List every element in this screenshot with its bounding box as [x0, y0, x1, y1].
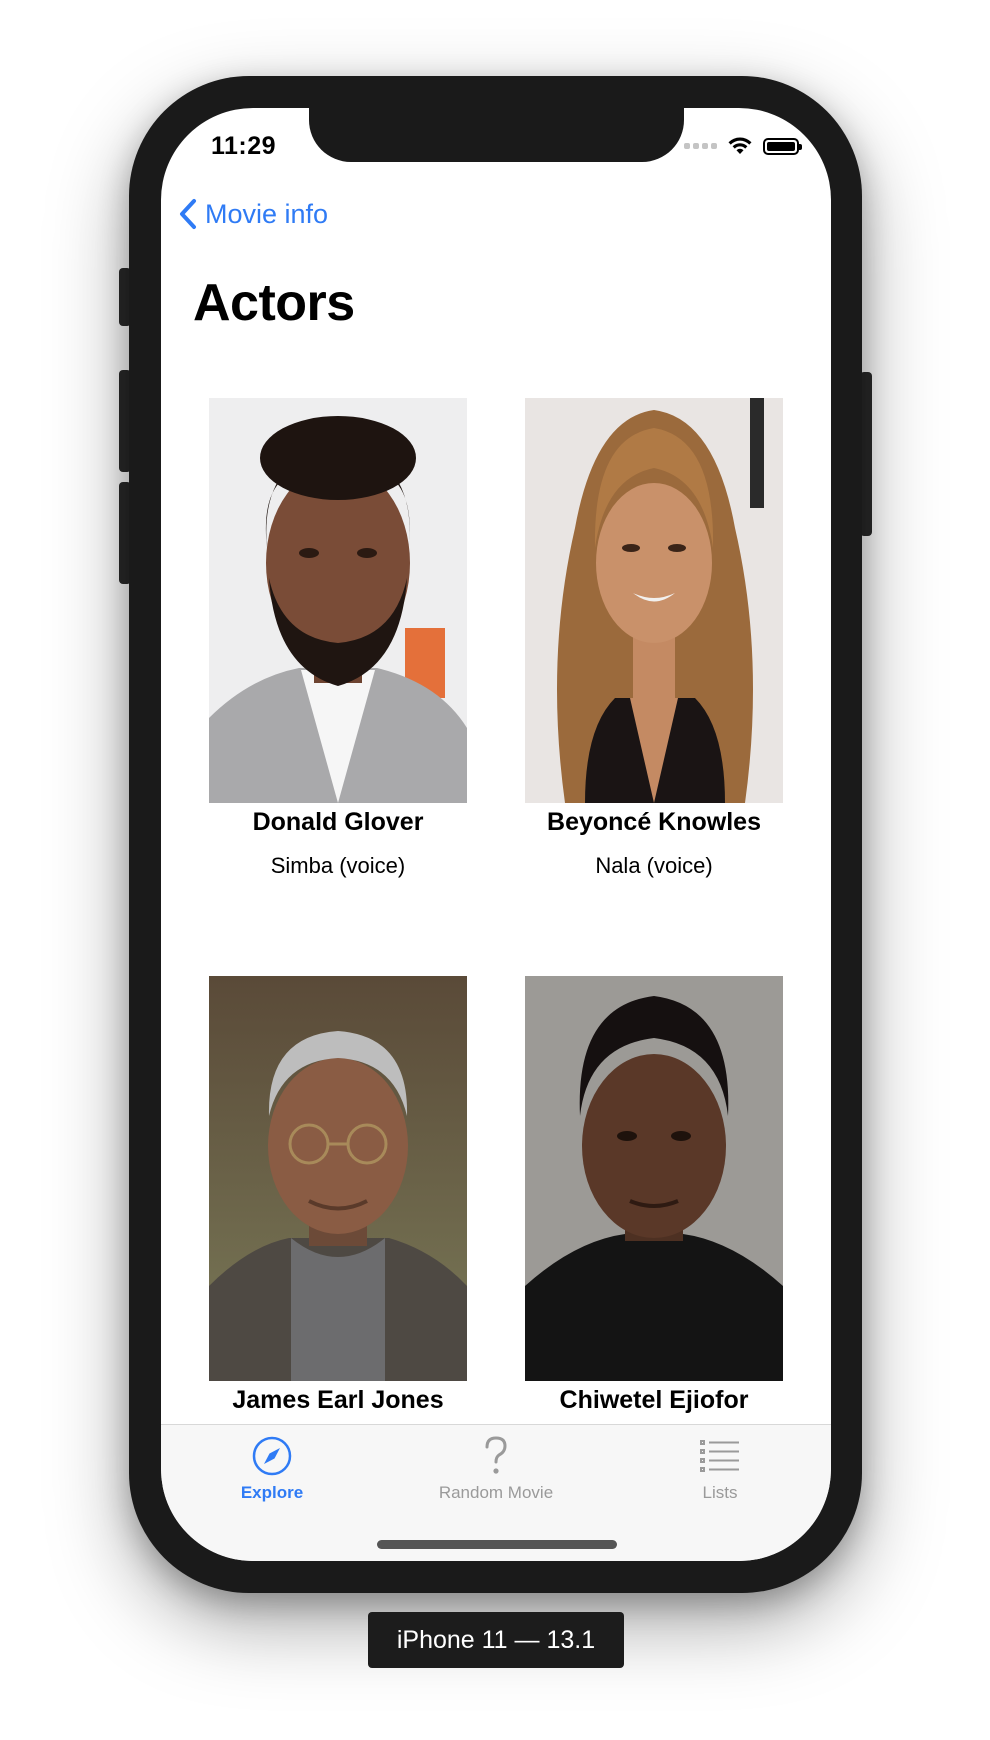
tab-explore-label: Explore — [240, 1483, 304, 1502]
tab-explore[interactable]: Explore — [182, 1435, 362, 1503]
actor-photo — [525, 976, 783, 1381]
home-indicator[interactable] — [377, 1540, 617, 1549]
tab-random-movie-label: Random Movie — [438, 1483, 554, 1502]
tab-random-movie[interactable]: Random Movie — [406, 1435, 586, 1503]
phone-screen: 11:29 Movie info Actors Donald Glover Si… — [161, 108, 831, 1561]
page-title: Actors — [193, 274, 355, 332]
actor-photo — [209, 398, 467, 803]
compass-icon — [252, 1436, 292, 1476]
tab-lists-label: Lists — [702, 1483, 738, 1502]
actor-card[interactable]: Beyoncé Knowles Nala (voice) — [525, 398, 783, 879]
actor-name: Donald Glover — [252, 808, 424, 836]
tab-lists[interactable]: Lists — [630, 1435, 810, 1503]
actor-name: Beyoncé Knowles — [547, 808, 761, 836]
actor-role: Nala (voice) — [595, 853, 713, 878]
actor-name: Chiwetel Ejiofor — [559, 1386, 749, 1414]
back-button-label: Movie info — [205, 198, 329, 229]
wifi-icon — [728, 137, 752, 154]
actor-card[interactable]: Donald Glover Simba (voice) — [209, 398, 467, 879]
actor-name: James Earl Jones — [232, 1386, 444, 1414]
actor-card[interactable]: James Earl Jones — [209, 976, 467, 1431]
actor-card[interactable]: Chiwetel Ejiofor — [525, 976, 783, 1431]
device-label: iPhone 11 — 13.1 — [368, 1612, 624, 1668]
chevron-left-icon — [180, 199, 196, 229]
status-time: 11:29 — [211, 132, 277, 160]
actor-photo — [209, 976, 467, 1381]
status-indicators — [684, 136, 802, 156]
battery-icon — [763, 137, 802, 155]
actor-photo — [525, 398, 783, 803]
cellular-signal-icon — [684, 143, 717, 149]
actor-role: Simba (voice) — [270, 853, 406, 878]
notch — [309, 108, 684, 162]
back-button[interactable]: Movie info — [179, 198, 328, 230]
list-icon — [700, 1440, 739, 1472]
question-mark-icon — [485, 1436, 507, 1474]
